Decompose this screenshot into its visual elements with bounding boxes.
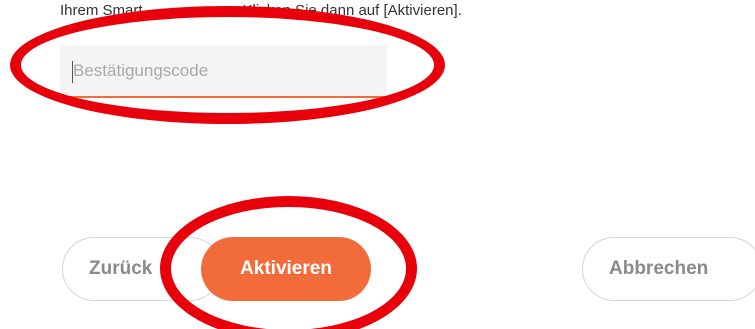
activation-dialog: Ihrem Smart Klicken Sie dann auf [Aktivi…	[0, 0, 755, 329]
instruction-text-start: Ihrem Smart	[60, 2, 143, 19]
instruction-text-end: Klicken Sie dann auf [Aktivieren].	[242, 2, 462, 19]
text-caret	[72, 61, 73, 83]
back-button-label: Zurück	[89, 258, 153, 279]
activate-button-label: Aktivieren	[240, 258, 332, 279]
back-button[interactable]: Zurück	[62, 237, 222, 301]
cancel-button-label: Abbrechen	[609, 258, 709, 279]
instruction-text: Ihrem Smart Klicken Sie dann auf [Aktivi…	[60, 2, 462, 19]
cancel-button[interactable]: Abbrechen	[582, 237, 755, 301]
confirmation-code-field[interactable]	[60, 45, 387, 98]
activate-button[interactable]: Aktivieren	[201, 237, 371, 301]
confirmation-code-input[interactable]	[60, 45, 387, 96]
